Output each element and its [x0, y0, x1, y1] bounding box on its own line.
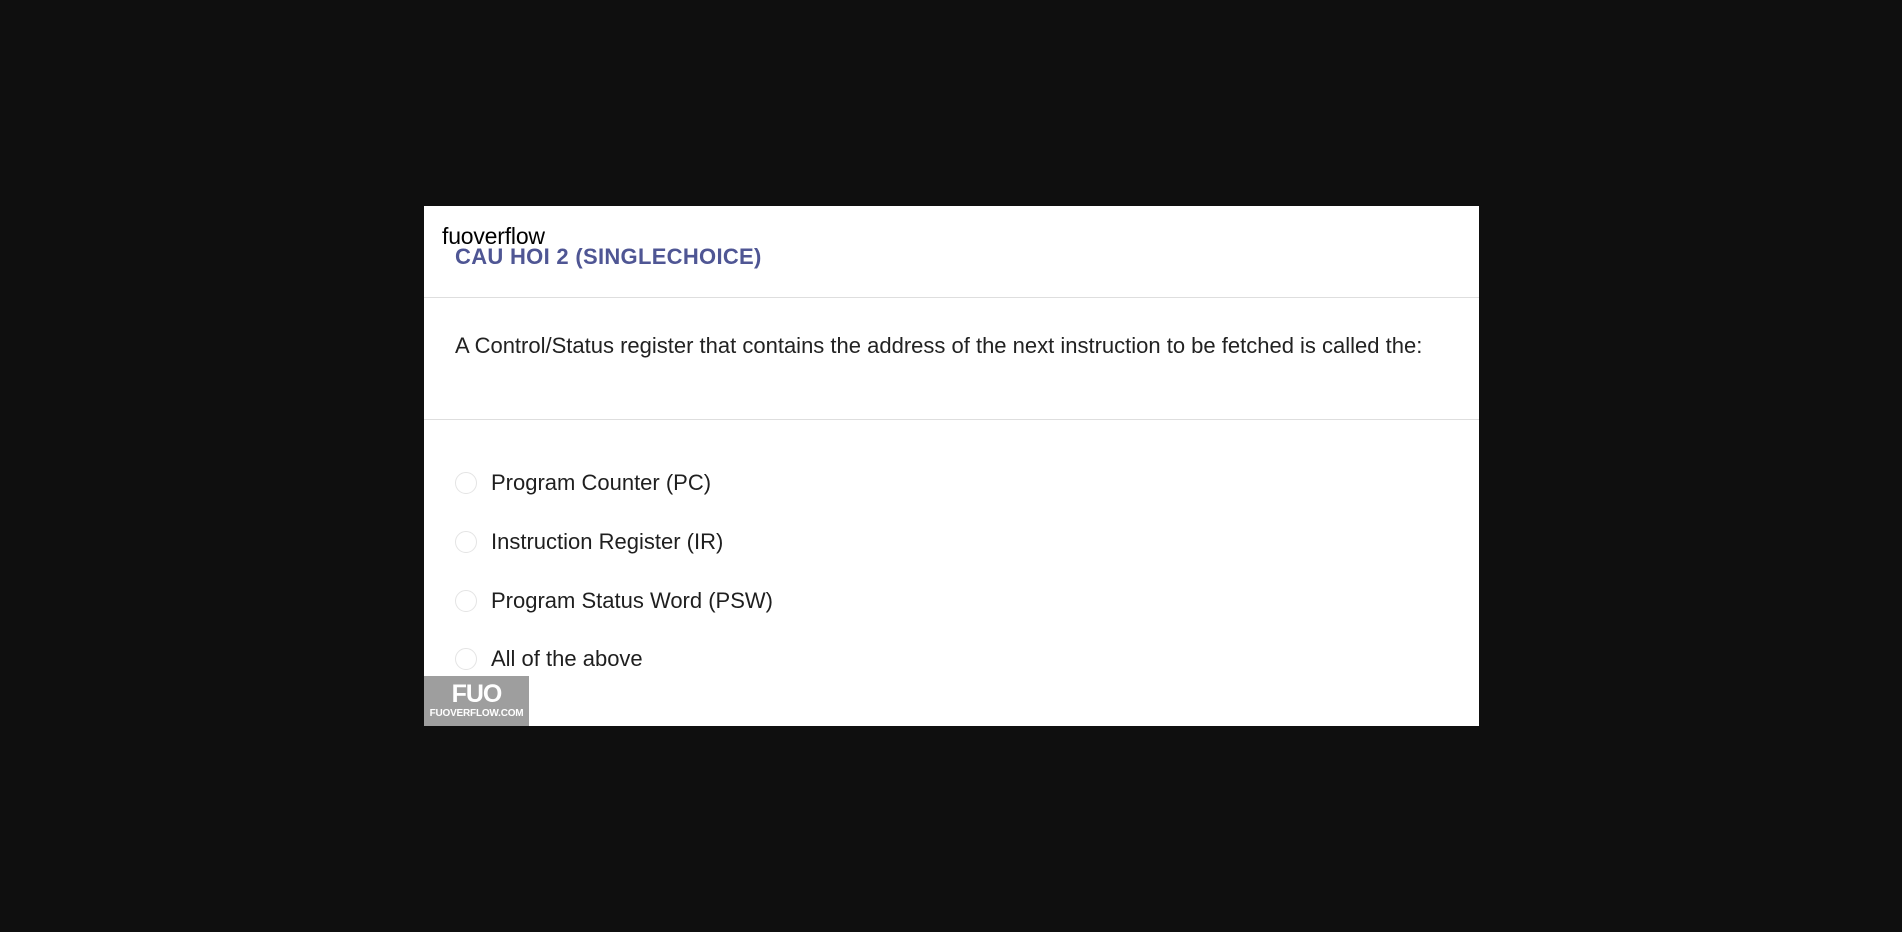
site-label: fuoverflow	[442, 223, 545, 249]
answer-options: Program Counter (PC) Instruction Registe…	[455, 454, 773, 689]
radio-button[interactable]	[455, 648, 477, 671]
watermark-logo: FUO	[451, 680, 503, 708]
answer-option[interactable]: Program Status Word (PSW)	[455, 571, 773, 630]
answer-option[interactable]: Instruction Register (IR)	[455, 513, 773, 572]
radio-button[interactable]	[455, 472, 477, 495]
header-divider	[424, 297, 1479, 298]
watermark-url: FUOVERFLOW.COM	[429, 708, 524, 719]
answer-option-label: Program Status Word (PSW)	[491, 587, 773, 613]
radio-button[interactable]	[455, 589, 477, 612]
question-panel: fuoverflow CAU HOI 2 (SINGLECHOICE) A Co…	[424, 206, 1479, 726]
answer-option[interactable]: Program Counter (PC)	[455, 454, 773, 513]
answer-option-label: All of the above	[491, 646, 643, 672]
question-text: A Control/Status register that contains …	[455, 333, 1423, 358]
fuoverflow-watermark: FUO FUOVERFLOW.COM	[424, 676, 529, 726]
radio-button[interactable]	[455, 531, 477, 554]
answer-option-label: Program Counter (PC)	[491, 470, 712, 496]
answer-option-label: Instruction Register (IR)	[491, 529, 724, 555]
question-divider	[424, 419, 1479, 420]
